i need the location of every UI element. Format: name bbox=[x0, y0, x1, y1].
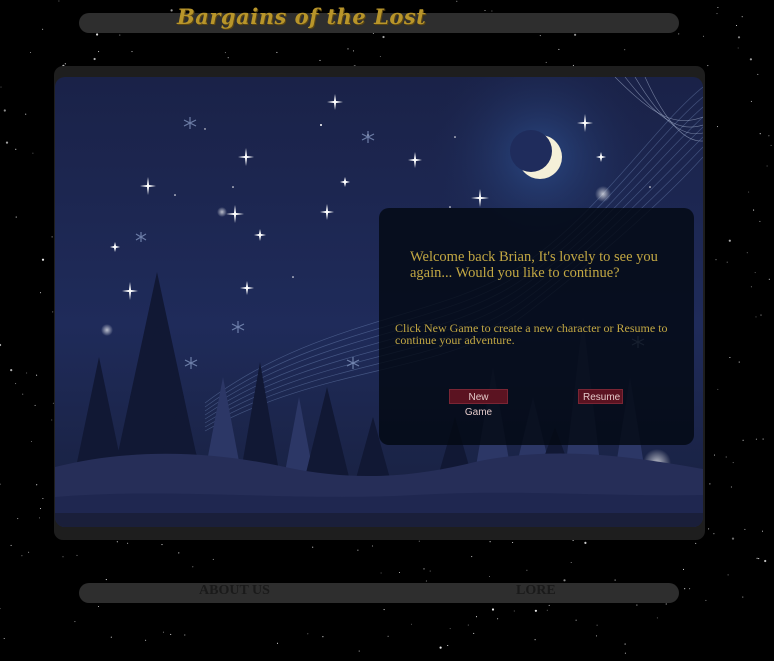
header-bar: Bargains of the Lost bbox=[79, 4, 679, 33]
welcome-dialog: Welcome back Brian, It's lovely to see y… bbox=[379, 208, 694, 445]
footer-nav-bar: ABOUT US LORE bbox=[79, 583, 679, 603]
site-logo[interactable]: Bargains of the Lost bbox=[177, 4, 426, 29]
instructions-text: Click New Game to create a new character… bbox=[395, 321, 668, 347]
lore-link[interactable]: LORE bbox=[516, 583, 556, 599]
new-game-button[interactable]: New Game bbox=[449, 389, 508, 418]
welcome-message: Welcome back Brian, It's lovely to see y… bbox=[410, 249, 658, 281]
about-us-link[interactable]: ABOUT US bbox=[199, 583, 270, 599]
resume-button[interactable]: Resume bbox=[578, 389, 623, 404]
